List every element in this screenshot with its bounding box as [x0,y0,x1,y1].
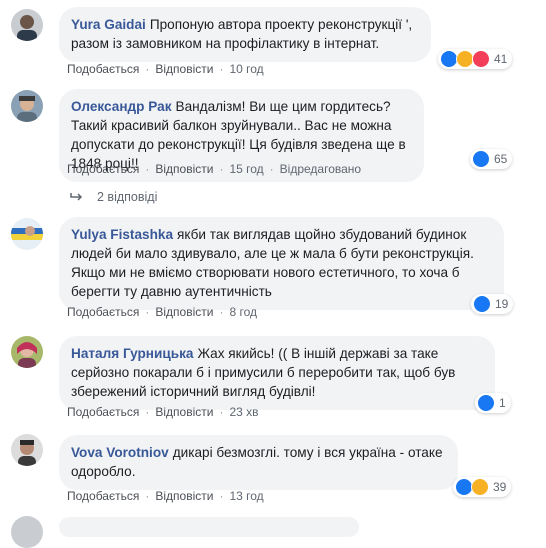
like-link[interactable]: Подобається [67,405,139,419]
avatar[interactable] [11,336,43,368]
like-link[interactable]: Подобається [67,162,139,176]
love-reaction-icon [472,50,490,68]
reply-link[interactable]: Відповісти [155,305,213,319]
comment-author[interactable]: Наталя Гурницька [71,346,193,361]
reaction-summary[interactable]: 1 [475,393,511,413]
reaction-summary[interactable]: 41 [438,49,513,69]
like-reaction-icon [472,150,490,168]
comment-time[interactable]: 23 хв [229,405,258,419]
like-link[interactable]: Подобається [67,305,139,319]
next-comment-bubble [59,517,359,537]
comment-bubble: Yura Gaidai Пропоную автора проекту рекон… [59,7,431,62]
comment-author[interactable]: Олександр Рак [71,99,172,114]
sad-reaction-icon [471,478,489,496]
comment-bubble: Vova Vorotniov дикарі безмозглі. тому і в… [59,435,458,490]
comment-author[interactable]: Vova Vorotniov [71,445,169,460]
reply-link[interactable]: Відповісти [155,162,213,176]
reaction-summary[interactable]: 65 [470,149,513,169]
reaction-summary[interactable]: 19 [471,294,514,314]
comment-time[interactable]: 13 год [229,489,263,503]
like-link[interactable]: Подобається [67,489,139,503]
reaction-count: 39 [493,480,507,494]
reply-link[interactable]: Відповісти [155,62,213,76]
comment-author[interactable]: Yulya Fistashka [71,227,173,242]
avatar[interactable] [11,9,43,41]
replies-count: 2 відповіді [97,190,158,204]
like-reaction-icon [477,394,495,412]
avatar[interactable] [11,90,43,122]
reply-link[interactable]: Відповісти [155,489,213,503]
like-link[interactable]: Подобається [67,62,139,76]
comment-time[interactable]: 15 год [229,162,263,176]
view-replies-link[interactable]: 2 відповіді [69,190,157,204]
comment-bubble: Наталя Гурницька Жах якийсь! (( В іншій д… [59,336,495,410]
reaction-summary[interactable]: 39 [453,477,512,497]
reaction-count: 41 [494,52,508,66]
comment-actions: Подобається · Відповісти · 15 год · Відредагов… [67,162,362,176]
comment-time[interactable]: 10 год [229,62,263,76]
comment-actions: Подобається · Відповісти · 13 год [67,489,264,503]
avatar[interactable] [11,218,43,250]
reply-link[interactable]: Відповісти [155,405,213,419]
avatar[interactable] [11,434,43,466]
reaction-count: 1 [499,396,506,410]
comment-author[interactable]: Yura Gaidai [71,17,146,32]
comment-bubble: Yulya Fistashka якби так виглядав щойно з… [59,217,504,310]
next-comment-avatar[interactable] [11,516,43,548]
comment-actions: Подобається · Відповісти · 8 год [67,305,257,319]
comment-actions: Подобається · Відповісти · 10 год [67,62,264,76]
like-reaction-icon [473,295,491,313]
comment-actions: Подобається · Відповісти · 23 хв [67,405,259,419]
edited-label[interactable]: Відредаговано [280,162,361,176]
reaction-count: 65 [494,152,508,166]
reply-arrow-icon [70,193,83,201]
comment-time[interactable]: 8 год [229,305,257,319]
reaction-count: 19 [495,297,509,311]
